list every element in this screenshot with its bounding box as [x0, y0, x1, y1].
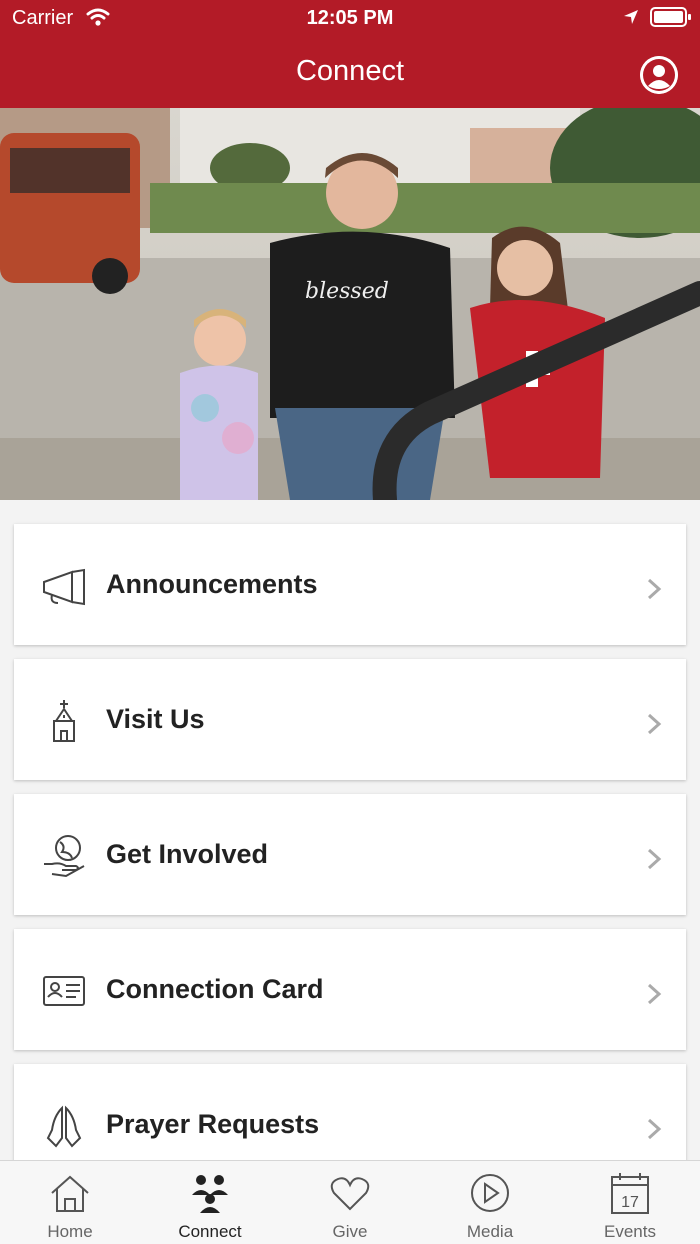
heart-icon — [330, 1171, 370, 1215]
calendar-icon: 17 — [610, 1171, 650, 1215]
menu-item-label: Visit Us — [106, 704, 205, 734]
play-icon — [470, 1171, 510, 1215]
megaphone-icon — [42, 564, 86, 608]
status-time: 12:05 PM — [306, 7, 394, 29]
tab-home[interactable]: Home — [0, 1161, 140, 1244]
chevron-right-icon — [646, 1117, 662, 1146]
menu-item-connection-card[interactable]: Connection Card — [14, 929, 686, 1050]
tab-connect[interactable]: Connect — [140, 1161, 280, 1244]
tab-label: Media — [466, 1222, 514, 1241]
church-icon — [42, 699, 86, 743]
location-arrow-icon — [622, 8, 640, 31]
praying-hands-icon — [42, 1104, 86, 1148]
menu-item-label: Connection Card — [106, 974, 324, 1004]
chevron-right-icon — [646, 982, 662, 1011]
menu-item-label: Announcements — [106, 569, 318, 599]
menu-item-get-involved[interactable]: Get Involved — [14, 794, 686, 915]
chevron-right-icon — [646, 577, 662, 606]
tab-bar: Home Connect Give Media 17 Events — [0, 1160, 700, 1244]
battery-icon — [650, 7, 692, 32]
tab-label: Connect — [178, 1222, 242, 1241]
id-card-icon — [42, 969, 86, 1013]
status-bar: Carrier 12:05 PM — [0, 0, 700, 36]
tab-label: Home — [47, 1222, 93, 1241]
connect-menu-list: Announcements Visit Us Get Involved Conn… — [0, 500, 700, 1160]
home-icon — [50, 1171, 90, 1215]
hero-photo: blessed — [0, 108, 700, 500]
page-title: Connect — [295, 55, 404, 87]
menu-item-label: Get Involved — [106, 839, 269, 869]
profile-icon[interactable] — [640, 56, 678, 94]
chevron-right-icon — [646, 712, 662, 741]
tab-media[interactable]: Media — [420, 1161, 560, 1244]
menu-item-label: Prayer Requests — [106, 1109, 320, 1139]
app-header: Carrier 12:05 PM Connect — [0, 0, 700, 108]
menu-item-prayer-requests[interactable]: Prayer Requests — [14, 1064, 686, 1160]
people-icon — [190, 1171, 230, 1215]
globe-hand-icon — [42, 834, 86, 878]
menu-item-announcements[interactable]: Announcements — [14, 524, 686, 645]
chevron-right-icon — [646, 847, 662, 876]
tab-label: Events — [604, 1222, 656, 1241]
tab-label: Give — [332, 1222, 368, 1241]
menu-item-visit-us[interactable]: Visit Us — [14, 659, 686, 780]
calendar-date: 17 — [621, 1194, 639, 1211]
tab-give[interactable]: Give — [280, 1161, 420, 1244]
tab-events[interactable]: 17 Events — [560, 1161, 700, 1244]
shirt-text: blessed — [305, 279, 389, 304]
